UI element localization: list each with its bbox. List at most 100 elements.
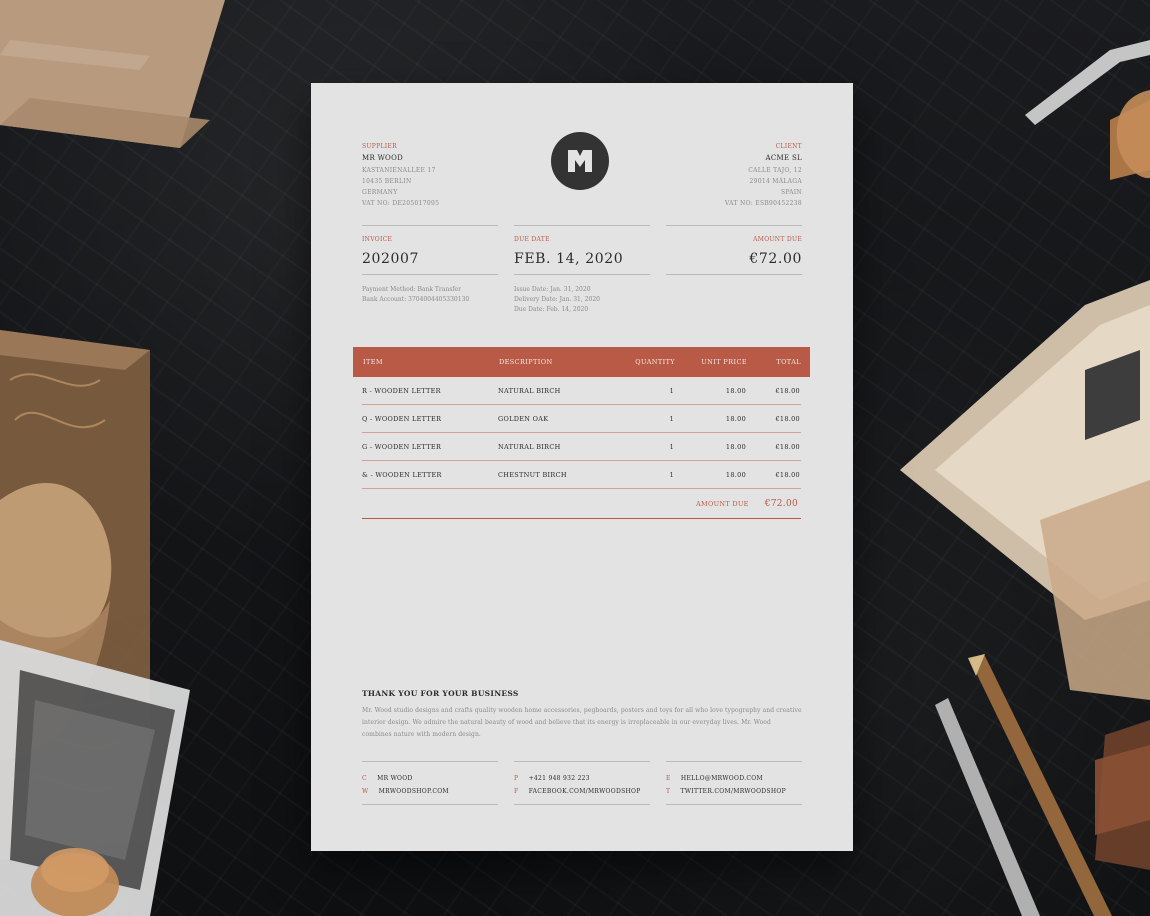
supplier-name: MR WOOD [362, 154, 404, 162]
cell-unit-price: 18.00 [725, 414, 746, 423]
payment-details: Payment Method: Bank Transfer Bank Accou… [362, 285, 498, 315]
supplier-line: VAT NO: DE205017095 [362, 200, 440, 207]
supplier-line: GERMANY [362, 189, 398, 196]
contact-value[interactable]: FACEBOOK.COM/MRWOODSHOP [529, 788, 641, 795]
contact-col-1: C MR WOOD W MRWOODSHOP.COM [362, 761, 498, 805]
contact-footer: C MR WOOD W MRWOODSHOP.COM P +421 948 93… [362, 761, 802, 805]
contact-email[interactable]: E HELLO@MRWOOD.COM [666, 772, 802, 785]
cell-item: G - WOODEN LETTER [362, 442, 442, 451]
amount-due: €72.00 [749, 251, 802, 267]
brand-logo-mark [568, 150, 592, 172]
contact-value[interactable]: +421 948 932 223 [529, 775, 590, 782]
client-line: VAT NO: ESB90452238 [724, 200, 802, 207]
cell-unit-price: 18.00 [725, 386, 746, 395]
contact-company: C MR WOOD [362, 772, 498, 785]
cell-item: Q - WOODEN LETTER [362, 414, 442, 423]
thank-you-body: Mr. Wood studio designs and crafts quali… [362, 707, 802, 738]
delivery-date: Delivery Date: Jan. 31, 2020 [514, 296, 600, 303]
header-unit-price: UNIT PRICE [701, 358, 747, 366]
issue-date: Issue Date: Jan. 31, 2020 [514, 286, 591, 293]
amount-due-label: AMOUNT DUE [753, 236, 802, 243]
pencils [935, 654, 1112, 916]
payment-method: Payment Method: Bank Transfer [362, 286, 461, 293]
contact-website[interactable]: W MRWOODSHOP.COM [362, 785, 498, 798]
contact-value[interactable]: TWITTER.COM/MRWOODSHOP [681, 788, 786, 795]
cell-unit-price: 18.00 [725, 470, 746, 479]
client-line: SPAIN [780, 189, 802, 196]
wood-block-bottom-right [1095, 720, 1150, 870]
cell-description: NATURAL BIRCH [498, 442, 561, 451]
cell-total: €18.00 [775, 414, 800, 423]
contact-letter: C [362, 775, 367, 782]
due-date: FEB. 14, 2020 [514, 251, 624, 267]
table-amount-due-label: AMOUNT DUE [696, 499, 749, 508]
brand-logo [551, 132, 609, 190]
client-name: ACME SL [765, 154, 802, 162]
invoice-paper: SUPPLIER MR WOOD KASTANIENALLEE 17 10435… [311, 83, 853, 851]
supplier-block: SUPPLIER MR WOOD KASTANIENALLEE 17 10435… [362, 143, 532, 209]
amount-due-row: AMOUNT DUE €72.00 [362, 489, 801, 519]
cell-unit-price: 18.00 [725, 442, 746, 451]
client-line: CALLE TAJO, 12 [748, 167, 802, 174]
invoice-meta-row: INVOICE 202007 DUE DATE FEB. 14, 2020 AM… [362, 225, 802, 275]
supplier-line: KASTANIENALLEE 17 [362, 167, 436, 174]
contact-letter: F [514, 788, 519, 795]
table-row: G - WOODEN LETTER NATURAL BIRCH 1 18.00 … [362, 433, 801, 461]
invoice-number-label: INVOICE [362, 236, 393, 243]
cell-quantity: 1 [669, 470, 674, 479]
cell-quantity: 1 [669, 386, 674, 395]
cell-quantity: 1 [669, 442, 674, 451]
amount-due-box: AMOUNT DUE €72.00 [666, 225, 802, 275]
contact-letter: W [362, 788, 369, 795]
cell-total: €18.00 [775, 442, 800, 451]
invoice-number-box: INVOICE 202007 [362, 225, 498, 275]
bank-account: Bank Account: 3704004405330130 [362, 296, 470, 303]
header-total: TOTAL [776, 358, 801, 366]
contact-col-2: P +421 948 932 223 F FACEBOOK.COM/MRWOOD… [514, 761, 650, 805]
cell-quantity: 1 [669, 414, 674, 423]
cell-description: GOLDEN OAK [498, 414, 549, 423]
cardboard-box-top-left [0, 0, 225, 148]
invoice-items-table: ITEM DESCRIPTION QUANTITY UNIT PRICE TOT… [353, 347, 810, 519]
contact-letter: P [514, 775, 519, 782]
client-label: CLIENT [775, 143, 802, 150]
supplier-label: SUPPLIER [362, 143, 397, 150]
contact-value[interactable]: MRWOODSHOP.COM [379, 788, 449, 795]
table-body: R - WOODEN LETTER NATURAL BIRCH 1 18.00 … [353, 377, 810, 519]
cell-total: €18.00 [775, 386, 800, 395]
header-description: DESCRIPTION [499, 358, 553, 366]
thank-you-section: THANK YOU FOR YOUR BUSINESS Mr. Wood stu… [362, 689, 802, 741]
invoice-number: 202007 [362, 251, 420, 267]
cell-description: CHESTNUT BIRCH [498, 470, 567, 479]
table-row: R - WOODEN LETTER NATURAL BIRCH 1 18.00 … [362, 377, 801, 405]
cell-total: €18.00 [775, 470, 800, 479]
contact-value: MR WOOD [377, 775, 413, 782]
cell-item: & - WOODEN LETTER [362, 470, 442, 479]
header-quantity: QUANTITY [635, 358, 675, 366]
supplier-line: 10435 BERLIN [362, 178, 412, 185]
due-date-label: DUE DATE [514, 236, 550, 243]
cell-description: NATURAL BIRCH [498, 386, 561, 395]
due-date-detail: Due Date: Feb. 14, 2020 [514, 306, 589, 313]
date-details: Issue Date: Jan. 31, 2020 Delivery Date:… [514, 285, 650, 315]
table-row: & - WOODEN LETTER CHESTNUT BIRCH 1 18.00… [362, 461, 801, 489]
table-row: Q - WOODEN LETTER GOLDEN OAK 1 18.00 €18… [362, 405, 801, 433]
due-date-box: DUE DATE FEB. 14, 2020 [514, 225, 650, 275]
contact-letter: E [666, 775, 671, 782]
table-amount-due-value: €72.00 [764, 498, 798, 509]
cell-item: R - WOODEN LETTER [362, 386, 441, 395]
client-block: CLIENT ACME SL CALLE TAJO, 12 29014 MÁLA… [632, 143, 802, 209]
contact-col-3: E HELLO@MRWOOD.COM T TWITTER.COM/MRWOODS… [666, 761, 802, 805]
header-item: ITEM [363, 358, 383, 366]
invoice-details: Payment Method: Bank Transfer Bank Accou… [362, 285, 802, 315]
carving-tool [1025, 40, 1150, 180]
contact-facebook[interactable]: F FACEBOOK.COM/MRWOODSHOP [514, 785, 650, 798]
thank-you-title: THANK YOU FOR YOUR BUSINESS [362, 689, 519, 698]
contact-phone[interactable]: P +421 948 932 223 [514, 772, 650, 785]
contact-twitter[interactable]: T TWITTER.COM/MRWOODSHOP [666, 785, 802, 798]
wooden-letter-right [900, 280, 1150, 700]
contact-value[interactable]: HELLO@MRWOOD.COM [681, 775, 763, 782]
client-line: 29014 MÁLAGA [749, 178, 802, 185]
contact-letter: T [666, 788, 671, 795]
details-spacer [666, 285, 802, 315]
